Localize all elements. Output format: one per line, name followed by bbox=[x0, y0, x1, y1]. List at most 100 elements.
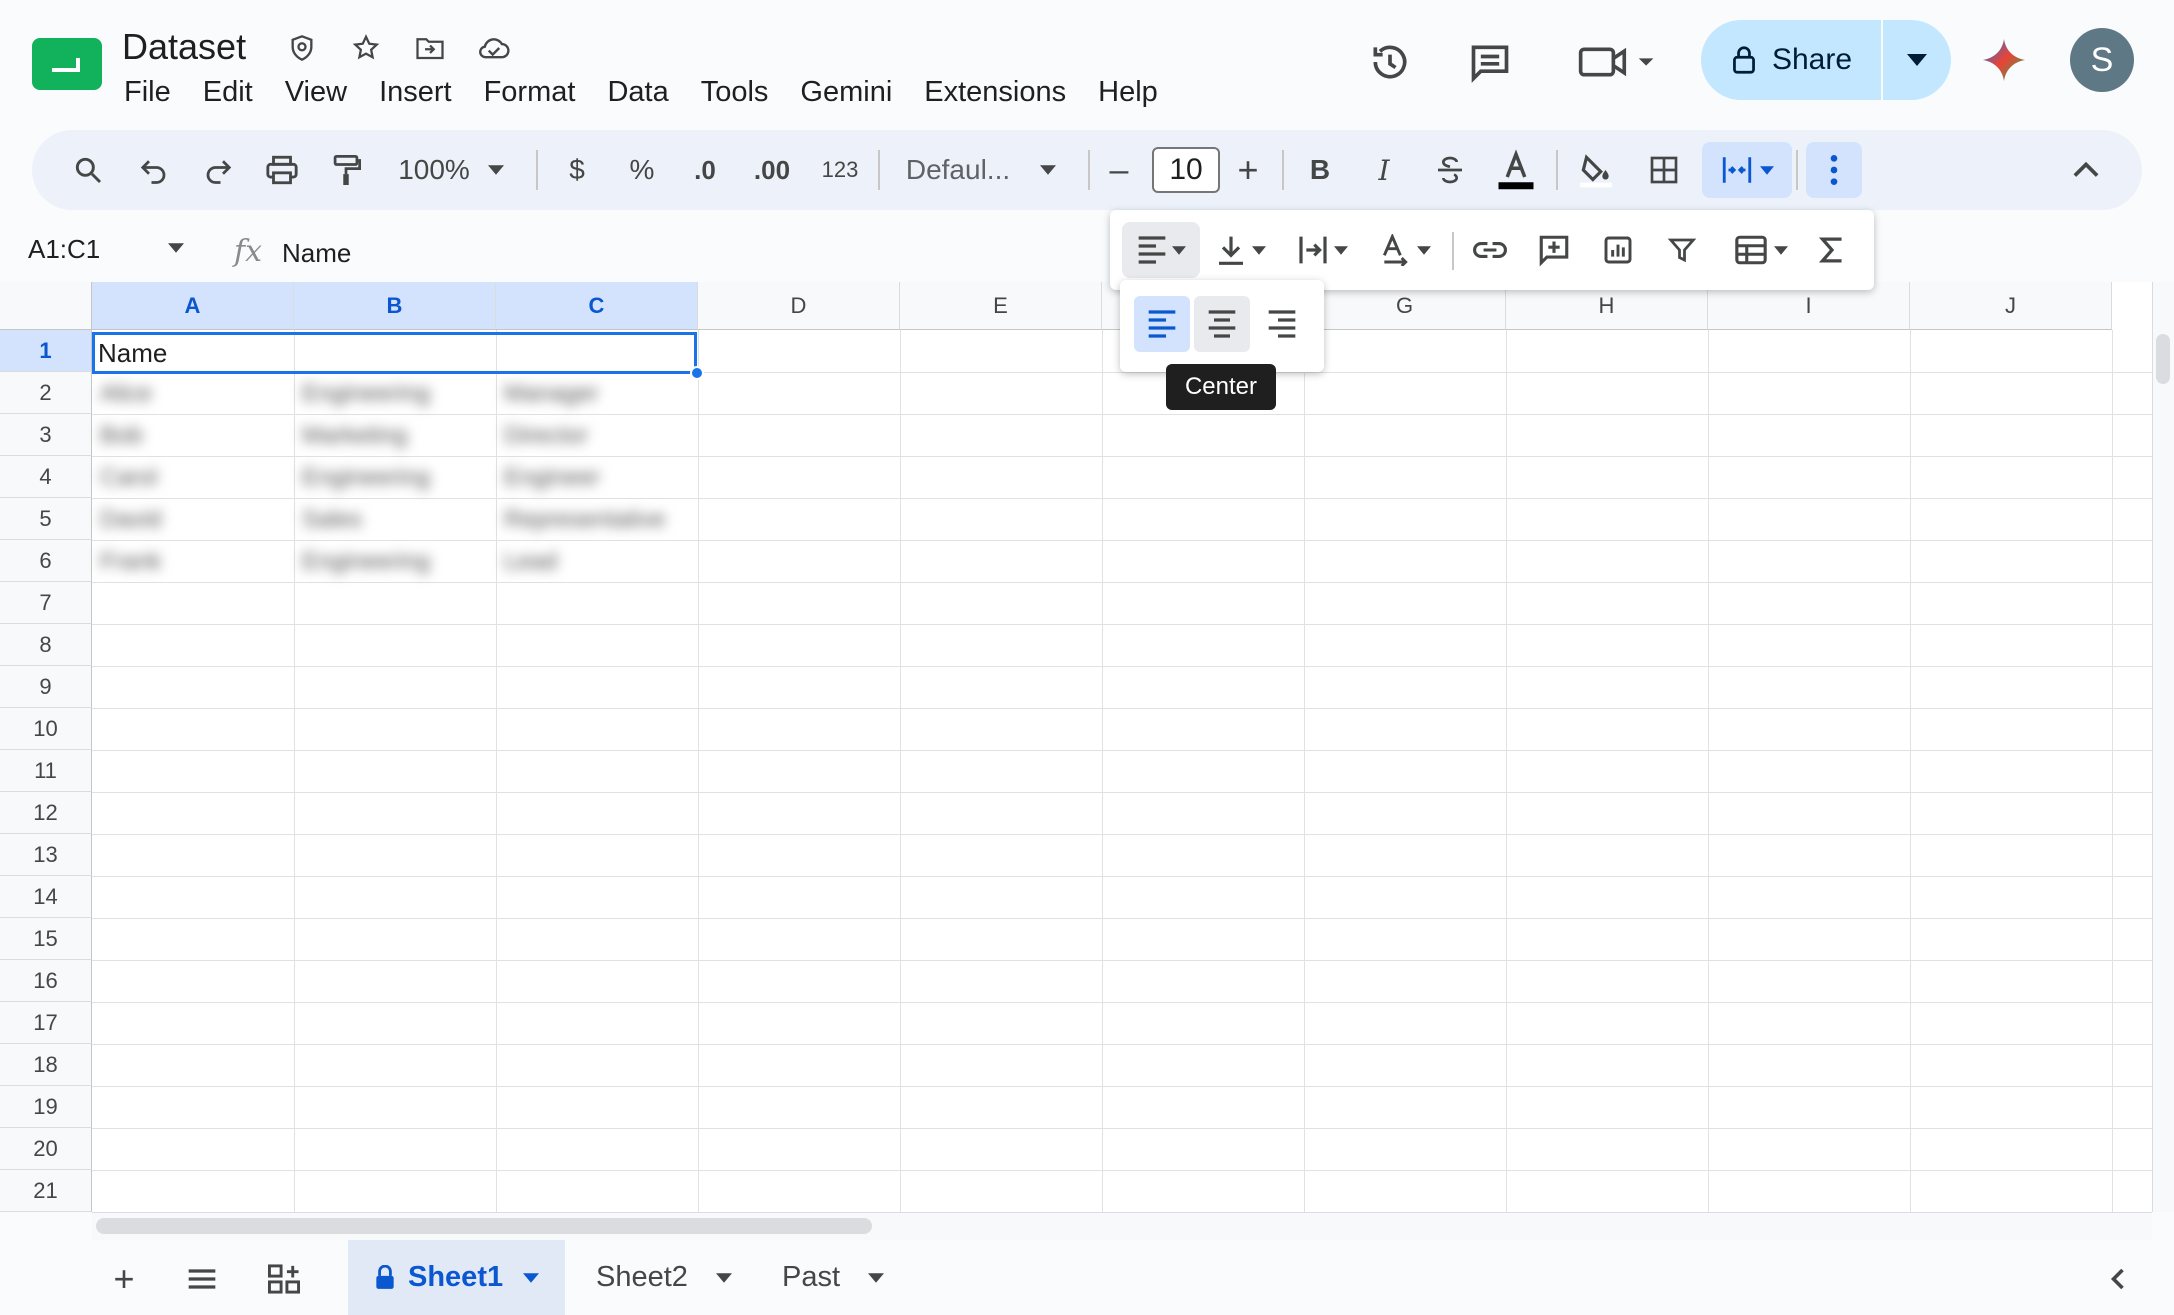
row-header-19[interactable]: 19 bbox=[0, 1086, 92, 1128]
row-header-4[interactable]: 4 bbox=[0, 456, 92, 498]
all-sheets-icon[interactable] bbox=[174, 1254, 230, 1304]
select-all-corner[interactable] bbox=[0, 282, 92, 330]
vertical-scroll-thumb[interactable] bbox=[2156, 334, 2170, 384]
horizontal-align-button[interactable] bbox=[1122, 222, 1200, 278]
blurred-cell[interactable]: Alice bbox=[100, 380, 152, 408]
explore-icon[interactable] bbox=[256, 1254, 312, 1304]
menu-extensions[interactable]: Extensions bbox=[908, 72, 1082, 112]
number-format-button[interactable]: 123 bbox=[812, 142, 868, 198]
row-header-10[interactable]: 10 bbox=[0, 708, 92, 750]
filter-icon[interactable] bbox=[1654, 222, 1710, 278]
row-header-9[interactable]: 9 bbox=[0, 666, 92, 708]
column-header-e[interactable]: E bbox=[900, 282, 1102, 330]
blurred-cell[interactable]: Lead bbox=[504, 548, 557, 576]
comments-icon[interactable] bbox=[1462, 34, 1518, 90]
blurred-cell[interactable]: Sales bbox=[302, 506, 362, 534]
row-header-17[interactable]: 17 bbox=[0, 1002, 92, 1044]
row-header-6[interactable]: 6 bbox=[0, 540, 92, 582]
increase-font-size-button[interactable]: + bbox=[1222, 142, 1274, 198]
insert-link-icon[interactable] bbox=[1462, 222, 1518, 278]
menu-file[interactable]: File bbox=[108, 72, 187, 112]
currency-format-button[interactable]: $ bbox=[552, 142, 602, 198]
document-title[interactable]: Dataset bbox=[122, 26, 246, 68]
blurred-cell[interactable]: Frank bbox=[100, 548, 161, 576]
row-header-14[interactable]: 14 bbox=[0, 876, 92, 918]
blurred-cell[interactable]: Carol bbox=[100, 464, 157, 492]
text-color-icon[interactable] bbox=[1488, 142, 1544, 198]
row-header-15[interactable]: 15 bbox=[0, 918, 92, 960]
blurred-cell[interactable]: Bob bbox=[100, 422, 143, 450]
text-rotation-button[interactable] bbox=[1370, 222, 1440, 278]
sheets-logo-icon[interactable] bbox=[32, 38, 102, 90]
menu-view[interactable]: View bbox=[269, 72, 363, 112]
name-box[interactable]: A1:C1 bbox=[28, 234, 100, 265]
font-size-input[interactable]: 10 bbox=[1152, 147, 1220, 193]
increase-decimal-button[interactable]: .00 bbox=[744, 142, 800, 198]
gemini-icon[interactable] bbox=[1976, 32, 2032, 88]
table-views-button[interactable] bbox=[1718, 222, 1804, 278]
blurred-cell[interactable]: Manager bbox=[504, 380, 599, 408]
cloud-saved-icon[interactable] bbox=[476, 30, 512, 66]
add-sheet-icon[interactable]: + bbox=[96, 1254, 152, 1304]
row-header-7[interactable]: 7 bbox=[0, 582, 92, 624]
menu-format[interactable]: Format bbox=[468, 72, 592, 112]
row-header-20[interactable]: 20 bbox=[0, 1128, 92, 1170]
column-header-b[interactable]: B bbox=[294, 282, 496, 330]
spreadsheet-grid[interactable]: ABCDEFGHIJ 12345678910111213141516171819… bbox=[0, 282, 2174, 1212]
align-left-option[interactable] bbox=[1134, 296, 1190, 352]
menu-gemini[interactable]: Gemini bbox=[784, 72, 908, 112]
share-dropdown-button[interactable] bbox=[1883, 20, 1951, 100]
font-family-select[interactable]: Defaul... bbox=[896, 142, 1066, 198]
version-history-icon[interactable] bbox=[1362, 34, 1418, 90]
row-header-8[interactable]: 8 bbox=[0, 624, 92, 666]
blurred-cell[interactable]: Director bbox=[504, 422, 588, 450]
more-options-icon[interactable] bbox=[1806, 142, 1862, 198]
menu-insert[interactable]: Insert bbox=[363, 72, 468, 112]
paint-format-icon[interactable] bbox=[318, 142, 374, 198]
insert-chart-icon[interactable] bbox=[1590, 222, 1646, 278]
borders-icon[interactable] bbox=[1636, 142, 1692, 198]
blurred-cell[interactable]: Representative bbox=[504, 506, 665, 534]
collapse-toolbar-icon[interactable] bbox=[2058, 142, 2114, 198]
meet-video-icon[interactable] bbox=[1572, 34, 1662, 90]
functions-sigma-icon[interactable] bbox=[1804, 222, 1860, 278]
menu-edit[interactable]: Edit bbox=[187, 72, 269, 112]
align-right-option[interactable] bbox=[1254, 296, 1310, 352]
blurred-cell[interactable]: Marketing bbox=[302, 422, 407, 450]
fill-handle[interactable] bbox=[690, 366, 704, 380]
row-header-3[interactable]: 3 bbox=[0, 414, 92, 456]
blurred-cell[interactable]: Engineer bbox=[504, 464, 600, 492]
side-panel-toggle-icon[interactable] bbox=[2090, 1254, 2146, 1304]
text-wrapping-button[interactable] bbox=[1288, 222, 1358, 278]
blurred-cell[interactable]: David bbox=[100, 506, 161, 534]
align-center-option[interactable] bbox=[1194, 296, 1250, 352]
security-shield-icon[interactable] bbox=[284, 30, 320, 66]
menu-help[interactable]: Help bbox=[1082, 72, 1174, 112]
row-header-2[interactable]: 2 bbox=[0, 372, 92, 414]
column-header-j[interactable]: J bbox=[1910, 282, 2112, 330]
print-icon[interactable] bbox=[254, 142, 310, 198]
blurred-cell[interactable]: Engineering bbox=[302, 380, 430, 408]
star-icon[interactable] bbox=[348, 30, 384, 66]
percent-format-button[interactable]: % bbox=[614, 142, 670, 198]
menu-tools[interactable]: Tools bbox=[685, 72, 785, 112]
vertical-align-button[interactable] bbox=[1206, 222, 1276, 278]
row-header-5[interactable]: 5 bbox=[0, 498, 92, 540]
decrease-decimal-button[interactable]: .0 bbox=[680, 142, 730, 198]
merge-cells-button[interactable] bbox=[1702, 142, 1792, 198]
row-header-13[interactable]: 13 bbox=[0, 834, 92, 876]
share-button[interactable]: Share bbox=[1701, 20, 1883, 100]
row-header-21[interactable]: 21 bbox=[0, 1170, 92, 1212]
strikethrough-icon[interactable] bbox=[1422, 142, 1478, 198]
blurred-cell[interactable]: Engineering bbox=[302, 548, 430, 576]
decrease-font-size-button[interactable]: – bbox=[1094, 142, 1144, 198]
italic-button[interactable]: I bbox=[1358, 142, 1410, 198]
sheet-tab-sheet2[interactable]: Sheet2 bbox=[570, 1240, 758, 1315]
row-header-12[interactable]: 12 bbox=[0, 792, 92, 834]
redo-icon[interactable] bbox=[190, 142, 246, 198]
name-box-dropdown-icon[interactable] bbox=[168, 240, 184, 258]
vertical-scrollbar[interactable] bbox=[2152, 282, 2174, 1212]
menu-data[interactable]: Data bbox=[591, 72, 684, 112]
column-header-d[interactable]: D bbox=[698, 282, 900, 330]
column-header-c[interactable]: C bbox=[496, 282, 698, 330]
